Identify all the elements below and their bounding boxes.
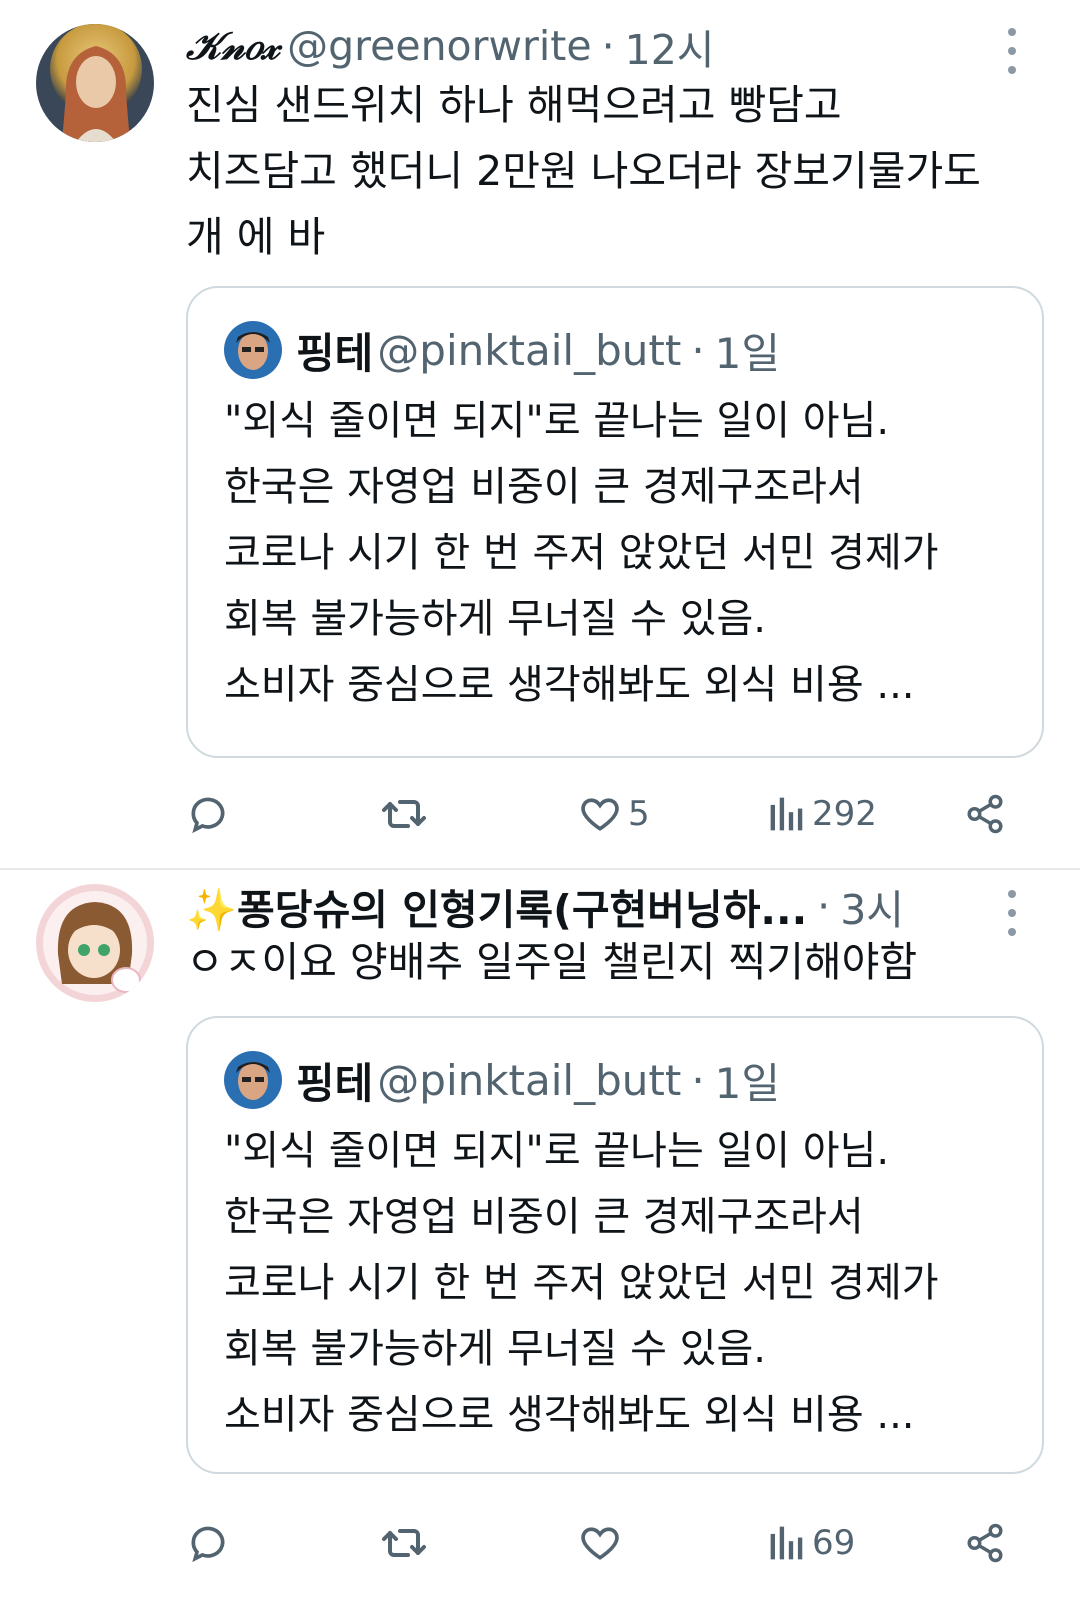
timestamp[interactable]: 3시: [840, 878, 904, 934]
tweet-text: ㅇㅈ이요 양배추 일주일 챌린지 찍기해야함: [186, 938, 918, 986]
quote-text: "외식 줄이면 되지"로 끝나는 일이 아님. 한국은 자영업 비중이 큰 경제…: [224, 1128, 939, 1438]
quote-handle: @pinktail_butt: [377, 325, 682, 375]
reply-icon: [191, 797, 225, 834]
tweet-text: 진심 샌드위치 하나 해먹으려고 빵담고 치즈담고 했더니 2만원 나오더라 장…: [186, 81, 981, 261]
separator-dot: ·: [601, 22, 615, 70]
retweet-button[interactable]: [380, 1513, 428, 1573]
timestamp[interactable]: 12시: [625, 18, 715, 74]
like-button[interactable]: 5: [578, 784, 650, 844]
share-button[interactable]: [964, 784, 1006, 844]
like-icon: [581, 798, 619, 831]
views-icon: [770, 1526, 803, 1560]
display-name[interactable]: 𝒦𝓃𝑜𝓍: [186, 23, 279, 69]
separator-dot: ·: [691, 1055, 705, 1105]
quote-avatar: [224, 321, 282, 379]
view-count: 292: [812, 794, 877, 834]
retweet-icon: [382, 1529, 426, 1557]
quoted-tweet[interactable]: 핑테 @pinktail_butt · 1일 "외식 줄이면 되지"로 끝나는 …: [186, 286, 1044, 758]
quote-text: "외식 줄이면 되지"로 끝나는 일이 아님. 한국은 자영업 비중이 큰 경제…: [224, 398, 939, 708]
quote-timestamp: 1일: [714, 328, 781, 378]
separator-dot: ·: [691, 325, 705, 375]
action-bar: 5 292: [186, 784, 1030, 844]
views-button[interactable]: 69: [768, 1513, 855, 1573]
share-icon: [967, 794, 1003, 834]
tweet-header: ✨퐁당슈의 인형기록(구현버닝하... · 3시: [186, 878, 990, 934]
views-button[interactable]: 292: [768, 784, 877, 844]
display-name[interactable]: ✨퐁당슈의 인형기록(구현버닝하...: [186, 878, 807, 934]
quote-timestamp: 1일: [714, 1058, 781, 1108]
reply-icon: [191, 1526, 225, 1563]
quote-header: 핑테 @pinktail_butt · 1일: [224, 320, 780, 380]
share-icon: [967, 1523, 1003, 1563]
views-icon: [770, 797, 803, 831]
like-button[interactable]: [578, 1513, 622, 1573]
tweet[interactable]: ✨퐁당슈의 인형기록(구현버닝하... · 3시 ㅇㅈ이요 양배추 일주일 챌린…: [0, 870, 1080, 1597]
retweet-icon: [382, 800, 426, 828]
reply-button[interactable]: [186, 784, 230, 844]
user-handle[interactable]: @greenorwrite: [287, 22, 591, 70]
share-button[interactable]: [964, 1513, 1006, 1573]
view-count: 69: [812, 1523, 856, 1563]
tweet-header: 𝒦𝓃𝑜𝓍 @greenorwrite · 12시: [186, 18, 990, 74]
quote-header: 핑테 @pinktail_butt · 1일: [224, 1050, 780, 1110]
separator-dot: ·: [817, 882, 831, 930]
reply-button[interactable]: [186, 1513, 230, 1573]
avatar[interactable]: [36, 24, 154, 142]
action-bar: 69: [186, 1513, 1030, 1573]
quote-display-name: 핑테: [296, 1058, 374, 1108]
tweet[interactable]: 𝒦𝓃𝑜𝓍 @greenorwrite · 12시 진심 샌드위치 하나 해먹으려…: [0, 0, 1080, 868]
more-icon[interactable]: [1000, 890, 1024, 936]
retweet-button[interactable]: [380, 784, 428, 844]
avatar[interactable]: [36, 884, 154, 1002]
more-icon[interactable]: [1000, 28, 1024, 74]
quoted-tweet[interactable]: 핑테 @pinktail_butt · 1일 "외식 줄이면 되지"로 끝나는 …: [186, 1016, 1044, 1474]
quote-handle: @pinktail_butt: [377, 1055, 682, 1105]
like-icon: [581, 1527, 619, 1560]
quote-display-name: 핑테: [296, 328, 374, 378]
like-count: 5: [628, 794, 650, 834]
quote-avatar: [224, 1051, 282, 1109]
